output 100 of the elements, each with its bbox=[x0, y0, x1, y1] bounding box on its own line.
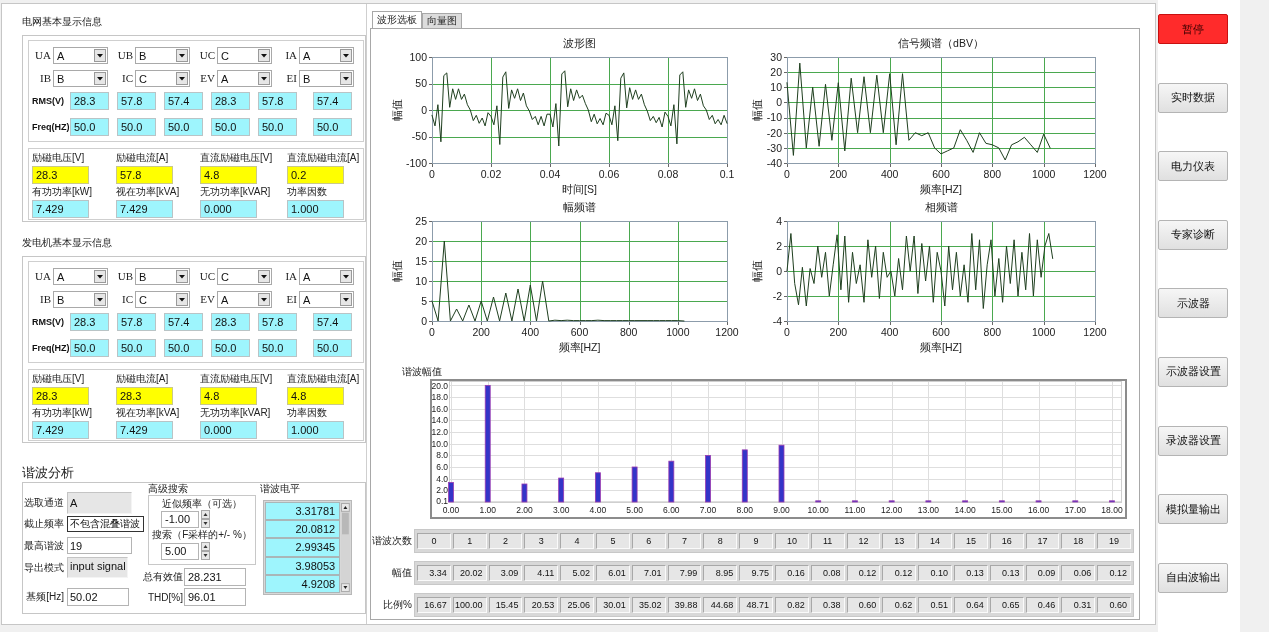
spinner-icon[interactable] bbox=[201, 510, 210, 528]
dropdown[interactable]: A bbox=[299, 47, 354, 64]
nav-button[interactable]: 模拟量输出 bbox=[1158, 494, 1228, 525]
field-label: 视在功率[kVA] bbox=[116, 186, 181, 198]
dropdown[interactable]: B bbox=[299, 70, 354, 87]
tab[interactable]: 向量图 bbox=[422, 13, 462, 28]
bar bbox=[815, 500, 822, 503]
field-label: IB bbox=[39, 293, 51, 306]
tick-label: 0.00 bbox=[442, 505, 460, 515]
caret-icon bbox=[176, 49, 188, 62]
input-field[interactable]: 19 bbox=[67, 537, 132, 554]
field-label: 选取通道 bbox=[23, 496, 64, 510]
row-label: 比例% bbox=[382, 598, 412, 612]
table-cell: 7 bbox=[667, 533, 702, 549]
numeric-field[interactable]: -1.00 bbox=[161, 510, 199, 528]
table-cell: 4 bbox=[560, 533, 594, 549]
dropdown[interactable]: C bbox=[217, 47, 272, 64]
tick-label: 0.02 bbox=[480, 168, 502, 180]
value-field: 28.3 bbox=[70, 313, 109, 331]
table-cell: 0.16 bbox=[775, 565, 809, 581]
caret-icon bbox=[340, 72, 352, 85]
field-label: 近似频率（可选） bbox=[162, 498, 242, 510]
dropdown[interactable]: A bbox=[53, 47, 108, 64]
tick-label: 10 bbox=[770, 81, 782, 94]
spinner-icon[interactable] bbox=[201, 542, 210, 560]
nav-button[interactable]: 暂停 bbox=[1158, 14, 1228, 44]
nav-button[interactable]: 录波器设置 bbox=[1158, 425, 1228, 456]
dropdown[interactable]: B bbox=[135, 268, 190, 285]
table-cell: 12 bbox=[846, 533, 881, 549]
table-cell: 0.06 bbox=[1061, 565, 1096, 581]
axis-label: 频率[HZ] bbox=[920, 183, 962, 195]
table-cell: 6.01 bbox=[596, 565, 630, 581]
table-cell: 0 bbox=[417, 533, 451, 549]
dropdown[interactable]: B bbox=[135, 47, 190, 64]
tick-label: 1000 bbox=[1032, 168, 1056, 180]
table-cell: 30.01 bbox=[596, 597, 630, 613]
table-cell: 10 bbox=[775, 533, 809, 549]
value-field: 57.8 bbox=[117, 313, 156, 331]
bar bbox=[705, 455, 711, 503]
input-field[interactable]: 50.02 bbox=[67, 588, 129, 606]
tick-label: 1000 bbox=[666, 326, 690, 338]
caret-icon bbox=[176, 72, 188, 85]
value-field: 4.8 bbox=[287, 387, 344, 405]
axis-label: 时间[S] bbox=[562, 183, 597, 195]
caret-icon bbox=[94, 270, 106, 283]
value-field: 50.0 bbox=[164, 339, 203, 357]
chart-title: 波形图 bbox=[563, 37, 596, 49]
tick-label: 10.00 bbox=[807, 505, 829, 515]
nav-button[interactable]: 实时数据 bbox=[1158, 82, 1228, 113]
tick-label: 0.1 bbox=[719, 168, 735, 180]
dropdown[interactable]: A bbox=[217, 70, 272, 87]
nav-button[interactable]: 示波器设置 bbox=[1158, 356, 1228, 387]
tick-label: 200 bbox=[472, 326, 490, 338]
dropdown[interactable]: A bbox=[299, 291, 354, 308]
caret-icon bbox=[340, 270, 352, 283]
tick-label: 0.08 bbox=[657, 168, 679, 180]
dropdown[interactable]: B bbox=[53, 291, 108, 308]
dropdown[interactable]: B bbox=[53, 70, 108, 87]
dropdown[interactable]: A bbox=[217, 291, 272, 308]
table-cell: 0.13 bbox=[989, 565, 1024, 581]
nav-button[interactable]: 专家诊断 bbox=[1158, 219, 1228, 250]
table-cell: 0.10 bbox=[918, 565, 952, 581]
group-label: 高级搜索 bbox=[148, 483, 188, 495]
nav-button[interactable]: 电力仪表 bbox=[1158, 151, 1228, 182]
tick-label: 15.00 bbox=[991, 505, 1013, 515]
dropdown[interactable]: C bbox=[135, 291, 190, 308]
tick-label: 8.0 bbox=[436, 450, 448, 461]
field-label: 有功功率[kW] bbox=[32, 186, 93, 198]
table-cell: 9.75 bbox=[739, 565, 773, 581]
nav-button[interactable]: 示波器 bbox=[1158, 288, 1228, 319]
input-field[interactable]: 不包含混叠谐波 bbox=[67, 516, 144, 532]
dropdown[interactable]: C bbox=[217, 268, 272, 285]
field-label: 功率因数 bbox=[287, 407, 328, 419]
caret-icon bbox=[94, 72, 106, 85]
table-cell: 0.51 bbox=[918, 597, 952, 613]
bar bbox=[558, 477, 565, 503]
tick-label: 0.1 bbox=[436, 496, 448, 507]
tick-label: 4 bbox=[776, 214, 782, 227]
field-label: IB bbox=[39, 72, 51, 85]
value-field: 7.429 bbox=[116, 200, 173, 218]
bar bbox=[1072, 500, 1079, 503]
tick-label: 11.00 bbox=[844, 505, 866, 515]
field-label: 无功功率[kVAR] bbox=[200, 407, 272, 419]
table-cell: 4.11 bbox=[524, 565, 559, 581]
tick-label: 0 bbox=[429, 168, 435, 180]
dropdown[interactable]: A bbox=[299, 268, 354, 285]
dropdown[interactable]: C bbox=[135, 70, 190, 87]
numeric-field[interactable]: 5.00 bbox=[161, 542, 199, 560]
section-title: 谐波分析 bbox=[22, 465, 74, 481]
value-field: 3.31781 bbox=[265, 502, 341, 521]
tab[interactable]: 波形选板 bbox=[372, 11, 422, 28]
field-label: 基频[Hz] bbox=[25, 590, 64, 604]
table-cell: 7.01 bbox=[631, 565, 666, 581]
value-field: 2.99345 bbox=[265, 538, 341, 557]
scrollbar[interactable] bbox=[341, 502, 350, 593]
nav-button[interactable]: 自由波输出 bbox=[1158, 562, 1228, 593]
dropdown[interactable]: A bbox=[53, 268, 108, 285]
table-cell: 0.46 bbox=[1025, 597, 1060, 613]
value-field: 57.4 bbox=[164, 92, 203, 110]
value-field: 0.2 bbox=[287, 166, 344, 184]
